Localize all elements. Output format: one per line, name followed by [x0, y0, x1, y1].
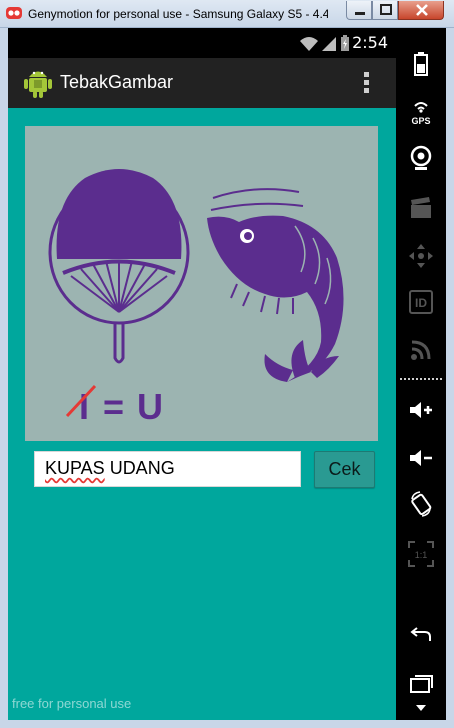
app-title: TebakGambar [60, 72, 174, 92]
signal-icon [322, 37, 336, 51]
window-title: Genymotion for personal use - Samsung Ga… [28, 7, 328, 21]
equation-right-text: U [137, 386, 163, 427]
clapperboard-icon [411, 197, 431, 218]
volume-up-icon [410, 402, 432, 418]
maximize-icon [380, 4, 392, 15]
back-button[interactable] [396, 614, 446, 658]
minimize-icon [355, 12, 365, 15]
window-frame-bottom [0, 720, 454, 728]
remote-control-widget-button[interactable] [396, 234, 446, 278]
genymotion-side-panel: GPS ID 1:1 [396, 28, 446, 720]
window-titlebar: Genymotion for personal use - Samsung Ga… [0, 0, 454, 28]
equation-sign-text: = [103, 386, 124, 427]
volume-up-button[interactable] [396, 388, 446, 432]
dpad-icon [409, 244, 433, 268]
genymotion-logo-icon [6, 7, 22, 19]
rotate-icon [411, 491, 432, 517]
status-bar: 2:54 [8, 28, 396, 58]
wifi-icon [300, 37, 318, 51]
volume-down-button[interactable] [396, 436, 446, 480]
battery-widget-icon [414, 52, 428, 76]
rss-icon [411, 340, 431, 360]
window-frame-right [446, 28, 454, 728]
close-icon [416, 4, 428, 16]
close-button[interactable] [398, 1, 444, 20]
cast-widget-button[interactable] [396, 328, 446, 372]
puzzle-equation: I = U [65, 384, 163, 427]
main-content: I = U KUPAS UDANG Cek [8, 108, 396, 720]
battery-widget-button[interactable] [396, 42, 446, 86]
webcam-widget-button[interactable] [396, 136, 446, 180]
answer-input[interactable]: KUPAS UDANG [34, 451, 301, 487]
maximize-button[interactable] [372, 1, 398, 20]
gps-widget-button[interactable]: GPS [396, 90, 446, 134]
answer-word-misspelled: KUPAS [45, 458, 105, 478]
pixel-perfect-button[interactable]: 1:1 [396, 532, 446, 576]
answer-word-rest: UDANG [104, 458, 175, 478]
id-icon: ID [409, 290, 433, 314]
webcam-icon [410, 145, 432, 170]
status-time: 2:54 [352, 33, 388, 52]
status-icons [300, 35, 349, 51]
back-icon [410, 627, 431, 641]
gps-icon: GPS [411, 102, 431, 126]
recent-apps-icon [410, 675, 433, 693]
pixel-perfect-icon: 1:1 [408, 541, 434, 567]
battery-icon [341, 35, 349, 51]
window-frame-left [0, 28, 8, 728]
gps-label: GPS [411, 116, 430, 126]
volume-down-icon [410, 450, 432, 466]
fan-icon [48, 169, 190, 364]
chevron-down-icon [416, 705, 426, 711]
minimize-button[interactable] [346, 1, 372, 20]
action-bar: TebakGambar [8, 58, 396, 108]
side-panel-separator [400, 378, 442, 380]
rotate-button[interactable] [396, 482, 446, 526]
more-button[interactable] [396, 698, 446, 718]
watermark-text: free for personal use [12, 696, 132, 711]
check-button[interactable]: Cek [314, 451, 375, 488]
shrimp-icon [207, 188, 344, 382]
android-app-icon [24, 71, 52, 98]
capture-widget-button[interactable] [396, 186, 446, 230]
device-screen: 2:54 TebakGambar I = U KUPAS UDANG Cek f… [8, 28, 396, 720]
id-label: ID [415, 296, 427, 310]
overflow-menu-icon[interactable] [360, 70, 372, 96]
scale-label: 1:1 [415, 550, 428, 560]
device-id-widget-button[interactable]: ID [396, 280, 446, 324]
puzzle-image: I = U [25, 126, 378, 441]
